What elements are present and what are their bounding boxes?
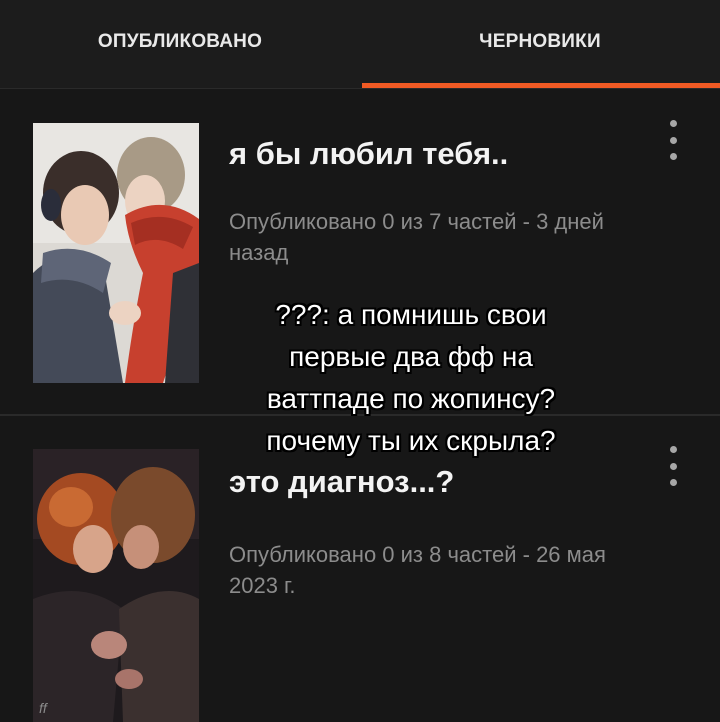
active-tab-indicator (362, 83, 720, 88)
cover-illustration (33, 123, 199, 383)
more-options-icon[interactable] (662, 120, 684, 160)
story-cover-image[interactable]: ff (33, 449, 199, 722)
story-status: Опубликовано 0 из 8 частей - 26 мая 2023… (229, 542, 606, 598)
cover-signature: ff (39, 700, 47, 716)
story-cover-image[interactable] (33, 123, 199, 383)
tab-published[interactable]: ОПУБЛИКОВАНО (0, 0, 360, 88)
story-title[interactable]: я бы любил тебя.. (229, 136, 508, 172)
caption-line: почему ты их скрыла? (266, 425, 556, 456)
more-options-icon[interactable] (662, 446, 684, 486)
caption-line: ???: а помнишь свои (275, 299, 547, 330)
caption-line: ваттпаде по жопинсу? (266, 383, 556, 414)
story-title[interactable]: это диагноз...? (229, 464, 454, 500)
tab-drafts[interactable]: ЧЕРНОВИКИ (360, 0, 720, 88)
caption-line: первые два фф на (289, 341, 533, 372)
tab-bar: ОПУБЛИКОВАНО ЧЕРНОВИКИ (0, 0, 720, 89)
story-status: Опубликовано 0 из 7 частей - 3 дней наза… (229, 209, 604, 265)
overlay-caption: ???: а помнишь свои первые два фф на ват… (228, 294, 594, 462)
cover-illustration (33, 449, 199, 722)
